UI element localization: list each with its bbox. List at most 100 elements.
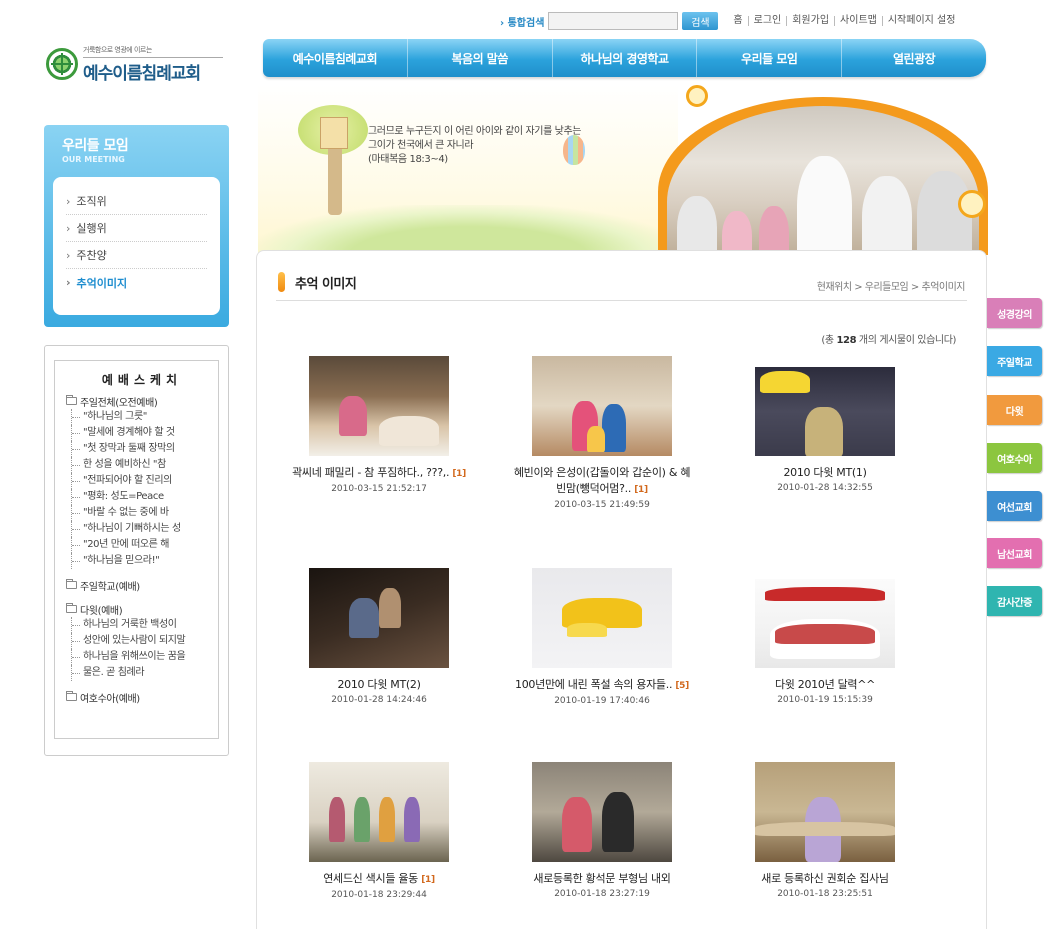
left-menu-item-executive[interactable]: 실행위	[66, 215, 207, 242]
search-input[interactable]	[548, 12, 679, 30]
gallery-thumbnail[interactable]	[309, 568, 449, 668]
gallery-item[interactable]: 100년만에 내린 폭설 속의 용자들.. [5] 2010-01-19 17:4…	[502, 568, 702, 706]
left-menu-item-memory-images[interactable]: 추억이미지	[66, 269, 207, 296]
sketch-item[interactable]: "하나님을 믿으라!"	[66, 553, 218, 569]
quick-tab[interactable]: 주일학교	[987, 346, 1042, 376]
birdhouse-illustration	[320, 117, 348, 149]
gallery-item-title[interactable]: 새로 등록하신 권회순 집사님	[725, 871, 925, 887]
left-menu-title: 우리들 모임	[62, 138, 129, 154]
comment-count: [1]	[452, 469, 466, 479]
gallery-thumbnail[interactable]	[755, 367, 895, 456]
quick-tab[interactable]: 여호수아	[987, 443, 1042, 473]
gallery-item-date: 2010-01-28 14:32:55	[777, 483, 873, 493]
sketch-item[interactable]: "전파되어야 할 진리의	[66, 473, 218, 489]
worship-sketch-title: 예배스케치	[101, 373, 183, 387]
gallery-item-date: 2010-01-18 23:29:44	[331, 890, 427, 900]
left-menu: 우리들 모임 OUR MEETING 조직위 실행위 주찬양 추억이미지	[44, 125, 229, 327]
gallery-thumbnail[interactable]	[309, 356, 449, 456]
gallery-item-title[interactable]: 새로등록한 황석문 부형님 내외	[502, 871, 702, 887]
gallery-item[interactable]: 곽씨네 패밀리 - 참 푸짐하다., ???,. [1] 2010-03-15 2…	[279, 356, 479, 494]
home-link[interactable]: 홈	[728, 16, 747, 26]
folder-icon	[66, 691, 77, 701]
sketch-item[interactable]: 물은. 곧 침례라	[66, 665, 218, 681]
sketch-item[interactable]: "첫 장막과 둘째 장막의	[66, 441, 218, 457]
decorative-circle-icon	[686, 85, 708, 107]
gallery-item[interactable]: 혜빈이와 은성이(갑돌이와 갑순이) & 혜빈맘(뺑덕어멈?.. [1] 2010…	[502, 356, 702, 510]
worship-sketch-panel: 예배스케치 주일전체(오전예배) "하나님의 그릇" "말세에 경계해야 할 것 "첫…	[44, 345, 229, 756]
set-homepage-link[interactable]: 시작페이지 설정	[881, 16, 961, 26]
left-menu-list: 조직위 실행위 주찬양 추억이미지	[53, 177, 220, 315]
gallery-item-date: 2010-01-28 14:24:46	[331, 695, 427, 705]
gallery-item[interactable]: 2010 다윗 MT(1) 2010-01-28 14:32:55	[725, 356, 925, 493]
sketch-item[interactable]: 한 성을 예비하신 "참	[66, 457, 218, 473]
gallery-thumbnail[interactable]	[532, 762, 672, 862]
nav-item-our-meeting[interactable]: 우리들 모임	[696, 39, 841, 77]
sketch-item[interactable]: "바랄 수 없는 중에 바	[66, 505, 218, 521]
gallery-thumbnail[interactable]	[532, 356, 672, 456]
sketch-item[interactable]: "20년 만에 떠오른 해	[66, 537, 218, 553]
page-title: 추억 이미지	[295, 277, 357, 292]
folder-icon	[66, 603, 77, 613]
gallery-item[interactable]: 2010 다윗 MT(2) 2010-01-28 14:24:46	[279, 568, 479, 705]
left-menu-item-praise[interactable]: 주찬양	[66, 242, 207, 269]
banner-photo	[667, 106, 979, 255]
quick-tab[interactable]: 다윗	[987, 395, 1042, 425]
gallery-item[interactable]: 다윗 2010년 달력^^ 2010-01-19 15:15:39	[725, 568, 925, 705]
gallery-thumbnail[interactable]	[755, 579, 895, 668]
folder-icon	[66, 395, 77, 405]
site-logo[interactable]: 거룩함으로 영광에 이르는 예수이름침례교회	[46, 44, 226, 84]
sketch-item[interactable]: "하나님이 기뻐하시는 성	[66, 521, 218, 537]
banner: 그러므로 누구든지 이 어린 아이와 같이 자기를 낮추는 그이가 천국에서 큰…	[258, 85, 988, 255]
comment-count: [1]	[421, 875, 435, 885]
sketch-item[interactable]: "하나님의 그릇"	[66, 409, 218, 425]
integrated-search-label: 통합검색	[500, 14, 545, 29]
gallery-item-title[interactable]: 다윗 2010년 달력^^	[725, 677, 925, 693]
left-menu-subtitle: OUR MEETING	[62, 155, 125, 164]
sketch-item[interactable]: 성안에 있는사람이 되지말	[66, 633, 218, 649]
gallery-item-title[interactable]: 연세드신 색시들 율동 [1]	[279, 871, 479, 888]
nav-item-church[interactable]: 예수이름침례교회	[263, 39, 407, 77]
gallery-item-title[interactable]: 100년만에 내린 폭설 속의 용자들.. [5]	[502, 677, 702, 694]
utility-bar: 통합검색 검색 홈 로그인 회원가입 사이트맵 시작페이지 설정	[500, 11, 990, 31]
sketch-item[interactable]: 하나님을 위해쓰이는 꿈을	[66, 649, 218, 665]
comment-count: [1]	[634, 485, 648, 495]
gallery-item-title[interactable]: 2010 다윗 MT(2)	[279, 677, 479, 693]
gallery-item[interactable]: 연세드신 색시들 율동 [1] 2010-01-18 23:29:44	[279, 762, 479, 900]
sketch-item[interactable]: "평화: 성도=Peace	[66, 489, 218, 505]
sketch-folder[interactable]: 다윗(예배)	[66, 601, 218, 617]
login-link[interactable]: 로그인	[747, 16, 787, 26]
post-count: (총 128 개의 게시물이 있습니다)	[821, 335, 956, 346]
gallery-item-date: 2010-03-15 21:49:59	[554, 500, 650, 510]
quick-tab[interactable]: 남선교회	[987, 538, 1042, 568]
gallery-item-title[interactable]: 곽씨네 패밀리 - 참 푸짐하다., ???,. [1]	[279, 465, 479, 482]
sitemap-link[interactable]: 사이트맵	[834, 16, 882, 26]
gallery-thumbnail[interactable]	[755, 762, 895, 862]
gallery-item-title[interactable]: 2010 다윗 MT(1)	[725, 465, 925, 481]
sketch-folder[interactable]: 주일전체(오전예배)	[66, 393, 218, 409]
sketch-folder[interactable]: 주일학교(예배)	[66, 577, 218, 593]
nav-item-management-school[interactable]: 하나님의 경영학교	[551, 39, 697, 77]
logo-slogan: 거룩함으로 영광에 이르는	[83, 45, 223, 58]
folder-icon	[66, 579, 77, 589]
sketch-item[interactable]: 하나님의 거룩한 백성이	[66, 617, 218, 633]
quick-tab[interactable]: 감사간증	[987, 586, 1042, 616]
left-menu-item-organization[interactable]: 조직위	[66, 188, 207, 215]
gallery-item-title[interactable]: 혜빈이와 은성이(갑돌이와 갑순이) & 혜빈맘(뺑덕어멈?.. [1]	[502, 465, 702, 498]
nav-item-gospel[interactable]: 복음의 말씀	[406, 39, 552, 77]
nav-item-open-square[interactable]: 열린광장	[841, 39, 986, 77]
gallery-thumbnail[interactable]	[309, 762, 449, 862]
quick-tab[interactable]: 성경강의	[987, 298, 1042, 328]
gallery-thumbnail[interactable]	[532, 568, 672, 668]
search-button[interactable]: 검색	[682, 12, 719, 30]
decorative-circle-icon	[958, 190, 986, 218]
quick-tab[interactable]: 여선교회	[987, 491, 1042, 521]
sketch-item[interactable]: "말세에 경계해야 할 것	[66, 425, 218, 441]
gallery-item-date: 2010-01-19 15:15:39	[777, 695, 873, 705]
sketch-folder[interactable]: 여호수아(예배)	[66, 689, 218, 705]
gallery-item[interactable]: 새로등록한 황석문 부형님 내외 2010-01-18 23:27:19	[502, 762, 702, 899]
signup-link[interactable]: 회원가입	[786, 16, 834, 26]
main-nav: 예수이름침례교회 복음의 말씀 하나님의 경영학교 우리들 모임 열린광장	[263, 39, 986, 77]
gallery-item[interactable]: 새로 등록하신 권회순 집사님 2010-01-18 23:25:51	[725, 762, 925, 899]
breadcrumb: 현재위치 > 우리들모임 > 추억이미지	[816, 282, 966, 293]
content-panel: 추억 이미지 현재위치 > 우리들모임 > 추억이미지 (총 128 개의 게시…	[256, 250, 987, 929]
